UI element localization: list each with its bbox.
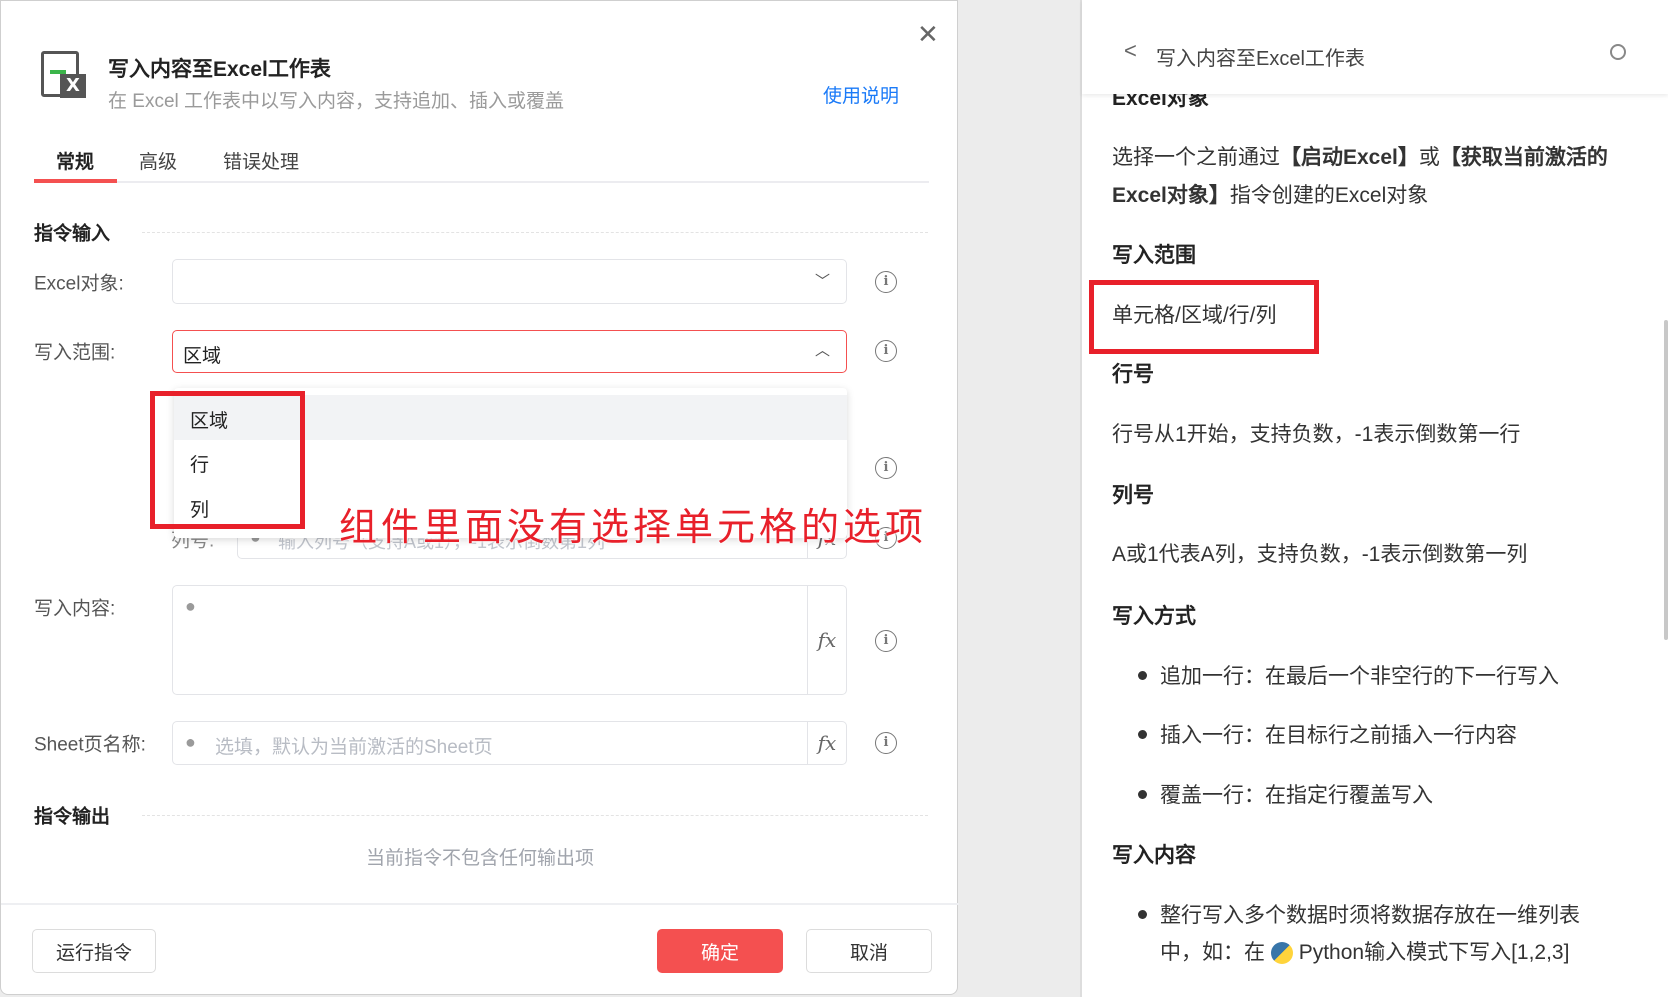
help-list-item: 中，如：在 Python输入模式下写入[1,2,3]: [1160, 941, 1570, 965]
cancel-button[interactable]: 取消: [806, 929, 932, 973]
help-heading-column: 列号: [1112, 484, 1154, 507]
bullet: [1138, 790, 1147, 799]
help-heading-mode: 写入方式: [1112, 605, 1196, 628]
content-label: 写入内容:: [34, 598, 116, 620]
fx-button[interactable]: fx: [807, 586, 846, 694]
write-range-select[interactable]: 区域 ︿: [172, 330, 847, 373]
help-list-item: 插入一行：在目标行之前插入一行内容: [1160, 724, 1517, 747]
active-tab-underline: [34, 179, 117, 183]
help-paragraph: 选择一个之前通过【启动Excel】或【获取当前激活的: [1112, 146, 1608, 169]
content-input[interactable]: ● fx: [172, 585, 847, 695]
help-heading-content: 写入内容: [1112, 844, 1196, 867]
scrollbar[interactable]: [1664, 320, 1668, 640]
help-panel: Excel对象 < 写入内容至Excel工作表 选择一个之前通过【启动Excel…: [1080, 0, 1668, 997]
help-range-text: 单元格/区域/行/列: [1112, 304, 1277, 327]
help-list-item: 追加一行：在最后一个非空行的下一行写入: [1160, 665, 1559, 688]
write-excel-dialog: ✕ X 写入内容至Excel工作表 在 Excel 工作表中以写入内容，支持追加…: [0, 0, 959, 995]
excel-object-select[interactable]: ﹀: [172, 259, 847, 304]
excel-file-icon: X: [41, 51, 86, 98]
confirm-button[interactable]: 确定: [657, 929, 783, 973]
excel-object-label: Excel对象:: [34, 273, 124, 295]
sheet-name-input[interactable]: ● 选填，默认为当前激活的Sheet页 fx: [172, 721, 847, 765]
bullet: [1138, 910, 1147, 919]
tab-general[interactable]: 常规: [56, 147, 94, 174]
footer-divider: [1, 903, 959, 905]
chevron-down-icon: ﹀: [814, 273, 830, 290]
python-icon: ●: [185, 596, 196, 616]
write-range-label: 写入范围:: [34, 342, 116, 364]
input-section-heading: 指令输入: [34, 223, 111, 245]
tabs-divider: [34, 181, 929, 183]
bullet: [1138, 730, 1147, 739]
fx-button[interactable]: fx: [807, 722, 846, 764]
no-output-text: 当前指令不包含任何输出项: [365, 848, 594, 869]
info-icon[interactable]: i: [875, 340, 897, 362]
back-icon[interactable]: <: [1124, 38, 1137, 64]
help-list-item: 覆盖一行：在指定行覆盖写入: [1160, 784, 1433, 807]
help-list-item: 整行写入多个数据时须将数据存放在一维列表: [1160, 904, 1580, 927]
dialog-subtitle: 在 Excel 工作表中以写入内容，支持追加、插入或覆盖: [108, 91, 565, 112]
help-title: 写入内容至Excel工作表: [1156, 48, 1365, 70]
bullet: [1138, 671, 1147, 680]
selected-value: 区域: [183, 346, 222, 367]
info-icon[interactable]: i: [875, 457, 897, 479]
section-divider: [142, 815, 928, 816]
help-header: < 写入内容至Excel工作表: [1082, 0, 1668, 94]
python-icon: ●: [185, 732, 196, 752]
info-icon[interactable]: i: [875, 630, 897, 652]
help-heading-row: 行号: [1112, 363, 1154, 386]
sheet-name-placeholder: 选填，默认为当前激活的Sheet页: [215, 737, 493, 758]
tab-advanced[interactable]: 高级: [139, 147, 177, 174]
output-section-heading: 指令输出: [34, 806, 111, 828]
help-heading-range: 写入范围: [1112, 244, 1196, 267]
help-link[interactable]: 使用说明: [823, 81, 899, 108]
python-logo-icon: [1270, 942, 1293, 965]
annotation-box: [150, 391, 305, 529]
search-icon[interactable]: [1610, 44, 1626, 60]
run-command-button[interactable]: 运行指令: [32, 929, 156, 973]
annotation-text: 组件里面没有选择单元格的选项: [339, 505, 928, 549]
help-row-text: 行号从1开始，支持负数，-1表示倒数第一行: [1112, 423, 1521, 446]
dialog-title: 写入内容至Excel工作表: [108, 58, 331, 81]
chevron-up-icon: ︿: [814, 342, 830, 359]
close-icon[interactable]: ✕: [917, 19, 939, 50]
sheet-name-label: Sheet页名称:: [34, 734, 146, 756]
help-column-text: A或1代表A列，支持负数，-1表示倒数第一列: [1112, 543, 1528, 566]
help-paragraph: Excel对象】指令创建的Excel对象: [1112, 184, 1429, 207]
info-icon[interactable]: i: [875, 732, 897, 754]
section-divider: [142, 232, 928, 233]
info-icon[interactable]: i: [875, 271, 897, 293]
tab-error-handling[interactable]: 错误处理: [223, 147, 299, 174]
